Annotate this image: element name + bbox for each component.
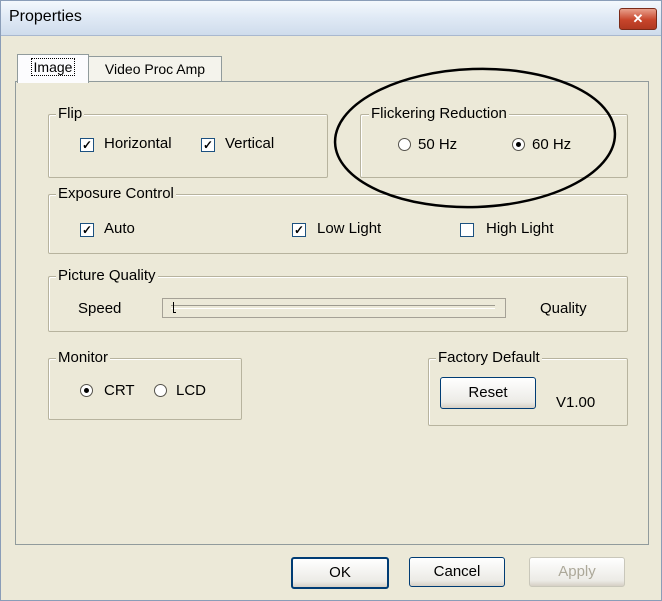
annotation-ellipse (333, 67, 617, 209)
tab-image-label: Image (30, 58, 76, 76)
tab-image[interactable]: Image (17, 54, 89, 83)
